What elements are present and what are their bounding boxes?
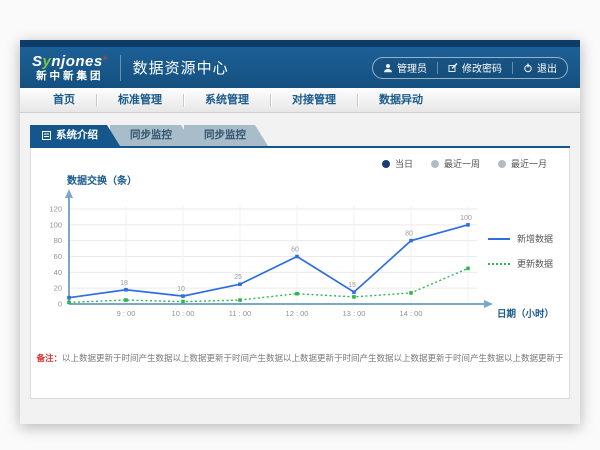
radio-dot-icon bbox=[498, 160, 506, 168]
legend-new-data-label: 新增数据 bbox=[517, 232, 553, 245]
tab-sync-monitor-1[interactable]: 同步监控 bbox=[110, 125, 194, 146]
svg-text:0: 0 bbox=[58, 300, 62, 309]
svg-text:10: 10 bbox=[177, 286, 185, 293]
legend-update-data-label: 更新数据 bbox=[517, 257, 553, 270]
legend-update-data: 更新数据 bbox=[488, 257, 553, 270]
nav-item-home[interactable]: 首页 bbox=[32, 88, 96, 112]
svg-text:日期（小时）: 日期（小时） bbox=[497, 308, 554, 320]
chart-legend: 新增数据 更新数据 bbox=[488, 232, 553, 270]
change-password-label: 修改密码 bbox=[462, 60, 502, 75]
tab-label: 同步监控 bbox=[130, 125, 172, 146]
svg-text:80: 80 bbox=[405, 231, 413, 238]
svg-text:40: 40 bbox=[54, 268, 62, 277]
app-window: Synjones® 新中新集团 数据资源中心 管理员 修改密码 bbox=[20, 40, 580, 424]
tab-label: 同步监控 bbox=[204, 125, 246, 146]
svg-text:100: 100 bbox=[460, 215, 472, 222]
tab-system-intro[interactable]: 系统介绍 bbox=[30, 125, 120, 146]
content-area: 系统介绍 同步监控 同步监控 当日 最近一周 bbox=[20, 113, 580, 424]
radio-today-label: 当日 bbox=[395, 157, 413, 170]
user-admin-button[interactable]: 管理员 bbox=[373, 60, 437, 75]
radio-dot-icon bbox=[431, 160, 439, 168]
page-title: 数据资源中心 bbox=[133, 57, 229, 78]
radio-last-month[interactable]: 最近一月 bbox=[498, 157, 547, 170]
tab-bar: 系统介绍 同步监控 同步监控 bbox=[30, 125, 580, 146]
footnote: 备注：以上数据更新于时间产生数据以上数据更新于时间产生数据以上数据更新于时间产生… bbox=[31, 352, 569, 364]
radio-last-month-label: 最近一月 bbox=[511, 157, 547, 170]
dotted-line-icon bbox=[488, 263, 510, 265]
change-password-button[interactable]: 修改密码 bbox=[438, 60, 512, 75]
solid-line-icon bbox=[488, 238, 510, 240]
svg-text:18: 18 bbox=[120, 280, 128, 287]
svg-text:80: 80 bbox=[54, 236, 62, 245]
edit-icon bbox=[448, 63, 458, 73]
svg-text:25: 25 bbox=[234, 274, 242, 281]
user-icon bbox=[383, 63, 393, 73]
radio-last-week[interactable]: 最近一周 bbox=[431, 157, 480, 170]
main-nav: 首页 标准管理 系统管理 对接管理 数据异动 bbox=[20, 88, 580, 113]
nav-item-docking-mgmt[interactable]: 对接管理 bbox=[271, 88, 357, 112]
svg-text:14 : 00: 14 : 00 bbox=[400, 309, 423, 318]
radio-dot-icon bbox=[382, 160, 390, 168]
power-icon bbox=[523, 63, 533, 73]
tab-label: 系统介绍 bbox=[56, 125, 98, 146]
radio-last-week-label: 最近一周 bbox=[444, 157, 480, 170]
nav-item-system-mgmt[interactable]: 系统管理 bbox=[184, 88, 270, 112]
chart-panel: 当日 最近一周 最近一月 数据交换（条） 0 20 40 60 80 100 120 9 : … bbox=[30, 148, 570, 399]
svg-text:120: 120 bbox=[49, 205, 62, 214]
tab-sync-monitor-2[interactable]: 同步监控 bbox=[184, 125, 268, 146]
company-logo: Synjones® 新中新集团 bbox=[32, 54, 108, 82]
svg-text:100: 100 bbox=[49, 220, 62, 229]
user-admin-label: 管理员 bbox=[397, 60, 427, 75]
app-header: Synjones® 新中新集团 数据资源中心 管理员 修改密码 bbox=[20, 47, 580, 88]
y-axis-title: 数据交换（条） bbox=[67, 172, 137, 187]
svg-text:15: 15 bbox=[348, 282, 356, 289]
brand-wordmark: Synjones® bbox=[32, 54, 108, 69]
svg-text:60: 60 bbox=[291, 247, 299, 254]
registered-mark: ® bbox=[103, 56, 108, 62]
time-range-filters: 当日 最近一周 最近一月 bbox=[382, 157, 547, 170]
logout-button[interactable]: 退出 bbox=[513, 60, 567, 75]
nav-item-data-change[interactable]: 数据异动 bbox=[358, 88, 444, 112]
nav-item-standard-mgmt[interactable]: 标准管理 bbox=[97, 88, 183, 112]
company-name: 新中新集团 bbox=[32, 71, 108, 82]
footnote-label: 备注： bbox=[36, 353, 62, 363]
legend-new-data: 新增数据 bbox=[488, 232, 553, 245]
window-top-strip bbox=[20, 40, 580, 47]
footnote-text: 以上数据更新于时间产生数据以上数据更新于时间产生数据以上数据更新于时间产生数据以… bbox=[62, 353, 564, 363]
svg-text:12 : 00: 12 : 00 bbox=[286, 309, 309, 318]
logout-label: 退出 bbox=[537, 60, 557, 75]
document-icon bbox=[42, 131, 51, 140]
header-divider bbox=[120, 55, 121, 81]
svg-text:13 : 00: 13 : 00 bbox=[343, 309, 366, 318]
user-menu: 管理员 修改密码 退出 bbox=[372, 57, 568, 79]
svg-text:9 : 00: 9 : 00 bbox=[117, 309, 136, 318]
svg-text:20: 20 bbox=[54, 284, 62, 293]
svg-text:60: 60 bbox=[54, 252, 62, 261]
svg-text:11 : 00: 11 : 00 bbox=[229, 309, 251, 318]
radio-today[interactable]: 当日 bbox=[382, 157, 413, 170]
svg-text:10 : 00: 10 : 00 bbox=[172, 309, 195, 318]
